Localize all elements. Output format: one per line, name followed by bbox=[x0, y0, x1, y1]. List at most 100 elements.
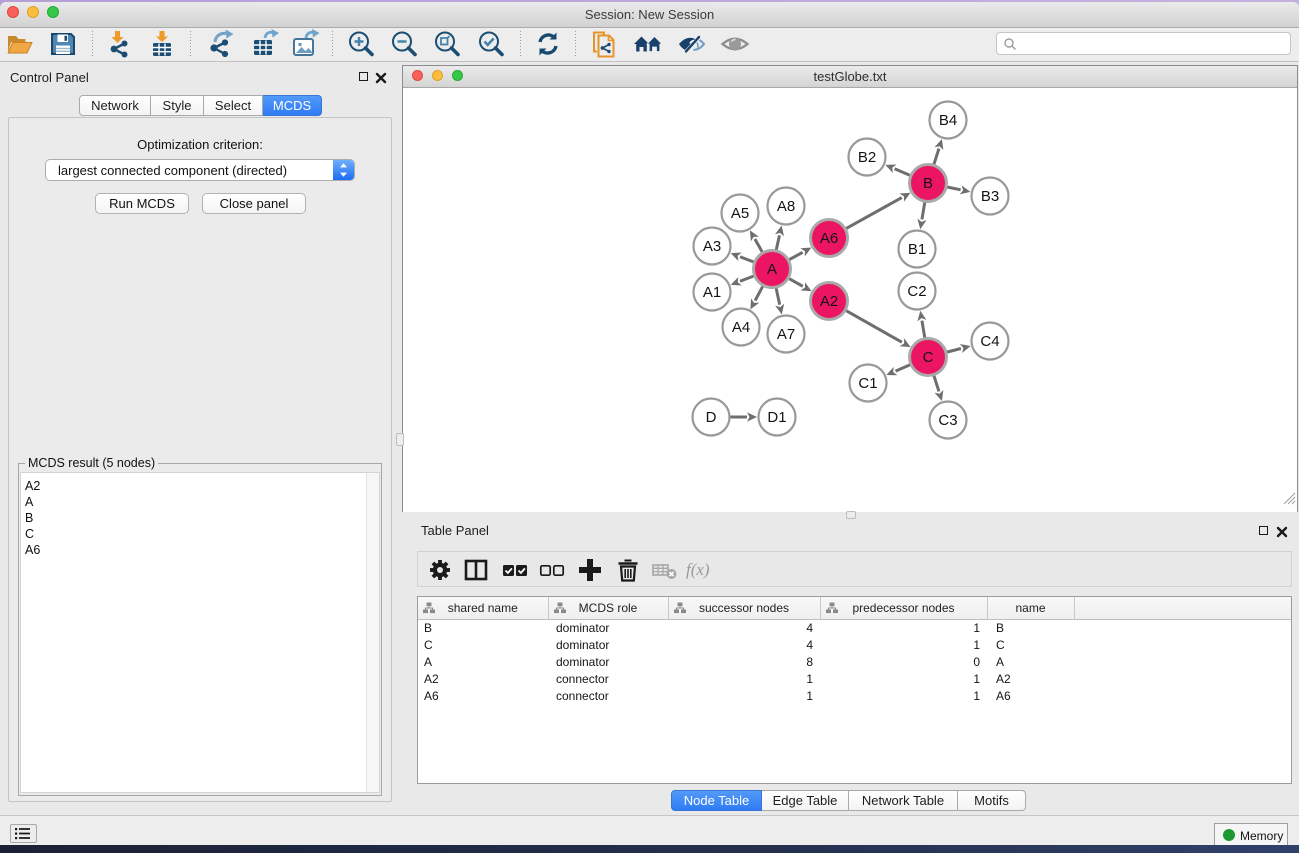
refresh-icon[interactable] bbox=[533, 29, 563, 59]
graph-node-label: B1 bbox=[908, 241, 926, 258]
control-panel-float-icon[interactable] bbox=[359, 72, 368, 81]
graph-node-label: B2 bbox=[858, 149, 876, 166]
table-row[interactable]: Bdominator41B bbox=[418, 619, 1291, 636]
graph-edge[interactable] bbox=[934, 376, 939, 392]
zoom-selected-icon[interactable] bbox=[476, 29, 506, 59]
tab-select[interactable]: Select bbox=[204, 95, 263, 116]
zoom-in-icon[interactable] bbox=[346, 29, 376, 59]
split-columns-icon[interactable] bbox=[462, 556, 490, 584]
table-cell: dominator bbox=[548, 653, 668, 670]
tab-style[interactable]: Style bbox=[151, 95, 204, 116]
result-item[interactable]: C bbox=[21, 526, 379, 542]
tab-mcds[interactable]: MCDS bbox=[263, 95, 322, 116]
graph-edge[interactable] bbox=[934, 149, 939, 165]
network-from-file-icon[interactable] bbox=[589, 29, 619, 59]
function-builder-icon[interactable]: f(x) bbox=[686, 556, 726, 584]
graph-edge[interactable] bbox=[740, 257, 754, 262]
tab-motifs[interactable]: Motifs bbox=[958, 790, 1026, 811]
graph-edge[interactable] bbox=[789, 279, 803, 287]
export-table-icon[interactable] bbox=[250, 29, 280, 59]
graph-edge[interactable] bbox=[947, 348, 961, 352]
result-item[interactable]: B bbox=[21, 510, 379, 526]
column-header-successor-nodes[interactable]: successor nodes bbox=[668, 597, 820, 619]
table-panel-close-icon[interactable] bbox=[1276, 525, 1288, 543]
import-network-icon[interactable] bbox=[103, 29, 133, 59]
graph-edge[interactable] bbox=[922, 202, 925, 219]
result-item[interactable]: A6 bbox=[21, 542, 379, 558]
toolbar-separator bbox=[190, 31, 191, 57]
horizontal-split-handle[interactable] bbox=[846, 511, 856, 519]
zoom-fit-icon[interactable] bbox=[432, 29, 462, 59]
table-cell: C bbox=[418, 636, 548, 653]
network-canvas[interactable]: AA1A2A3A4A5A6A7A8BB1B2B3B4CC1C2C3C4DD1 bbox=[403, 88, 1297, 512]
hide-graphics-details-icon[interactable] bbox=[677, 29, 707, 59]
table-cell: A2 bbox=[987, 670, 1074, 687]
mcds-result-list[interactable]: A2ABCA6 bbox=[20, 472, 380, 793]
control-panel-close-icon[interactable] bbox=[375, 71, 387, 89]
run-mcds-button[interactable]: Run MCDS bbox=[95, 193, 189, 214]
search-field[interactable] bbox=[996, 32, 1291, 55]
result-item[interactable]: A bbox=[21, 494, 379, 510]
criterion-dropdown[interactable]: largest connected component (directed) bbox=[45, 159, 355, 181]
column-header-shared-name[interactable]: shared name bbox=[418, 597, 548, 619]
show-graphics-details-icon[interactable] bbox=[720, 29, 750, 59]
select-all-icon[interactable] bbox=[501, 556, 529, 584]
column-header-name[interactable]: name bbox=[987, 597, 1074, 619]
import-table-icon[interactable] bbox=[147, 29, 177, 59]
tab-node-table[interactable]: Node Table bbox=[671, 790, 762, 811]
graph-edge[interactable] bbox=[776, 288, 780, 305]
home-icon[interactable] bbox=[633, 29, 663, 59]
table-row[interactable]: A6connector11A6 bbox=[418, 687, 1291, 704]
save-session-icon[interactable] bbox=[48, 29, 78, 59]
column-header-mcds-role[interactable]: MCDS role bbox=[548, 597, 668, 619]
edge-arrow-icon bbox=[960, 344, 971, 353]
deselect-all-icon[interactable] bbox=[538, 556, 566, 584]
show-panels-button[interactable] bbox=[10, 824, 37, 843]
graph-edge[interactable] bbox=[846, 198, 902, 229]
zoom-out-icon[interactable] bbox=[389, 29, 419, 59]
table-row[interactable]: Adominator80A bbox=[418, 653, 1291, 670]
graph-edge[interactable] bbox=[846, 311, 902, 343]
add-row-icon[interactable] bbox=[576, 556, 604, 584]
memory-button[interactable]: Memory bbox=[1214, 823, 1288, 845]
dropdown-stepper-icon bbox=[333, 160, 354, 180]
graph-edge[interactable] bbox=[789, 252, 803, 259]
graph-edge[interactable] bbox=[895, 169, 910, 176]
open-file-icon[interactable] bbox=[5, 29, 35, 59]
graph-edge[interactable] bbox=[740, 276, 754, 281]
table-settings-icon[interactable] bbox=[426, 556, 454, 584]
node-table-grid[interactable]: shared name MCDS role successor nodes pr… bbox=[418, 597, 1291, 704]
table-cell: connector bbox=[548, 670, 668, 687]
close-panel-button[interactable]: Close panel bbox=[202, 193, 306, 214]
tab-network-table[interactable]: Network Table bbox=[849, 790, 958, 811]
column-type-icon bbox=[554, 602, 566, 614]
graph-edge[interactable] bbox=[947, 187, 961, 190]
table-panel-float-icon[interactable] bbox=[1259, 526, 1268, 535]
table-row[interactable]: A2connector11A2 bbox=[418, 670, 1291, 687]
graph-node-label: C3 bbox=[938, 412, 957, 429]
table-row[interactable]: Cdominator41C bbox=[418, 636, 1291, 653]
result-scrollbar[interactable] bbox=[366, 473, 379, 792]
result-item[interactable]: A2 bbox=[21, 478, 379, 494]
graph-edge[interactable] bbox=[776, 235, 779, 250]
application-window: Session: New Session bbox=[0, 2, 1299, 845]
export-image-icon[interactable] bbox=[290, 29, 320, 59]
graph-edge[interactable] bbox=[896, 365, 911, 371]
table-cell: A bbox=[987, 653, 1074, 670]
delete-row-icon[interactable] bbox=[614, 556, 642, 584]
tab-network[interactable]: Network bbox=[79, 95, 151, 116]
toolbar-separator bbox=[92, 31, 93, 57]
graph-edge[interactable] bbox=[755, 239, 762, 252]
graph-edge[interactable] bbox=[922, 321, 925, 338]
main-toolbar bbox=[0, 28, 1299, 62]
export-network-icon[interactable] bbox=[205, 29, 235, 59]
toolbar-separator bbox=[332, 31, 333, 57]
tab-edge-table[interactable]: Edge Table bbox=[762, 790, 849, 811]
column-header-predecessor-nodes[interactable]: predecessor nodes bbox=[820, 597, 987, 619]
vertical-split-handle[interactable] bbox=[396, 433, 404, 446]
graph-edge[interactable] bbox=[755, 286, 763, 300]
graph-node-label: A bbox=[767, 261, 777, 278]
resize-grip-icon[interactable] bbox=[1281, 490, 1296, 510]
delete-table-icon[interactable] bbox=[651, 556, 679, 584]
search-input[interactable] bbox=[1021, 34, 1281, 53]
